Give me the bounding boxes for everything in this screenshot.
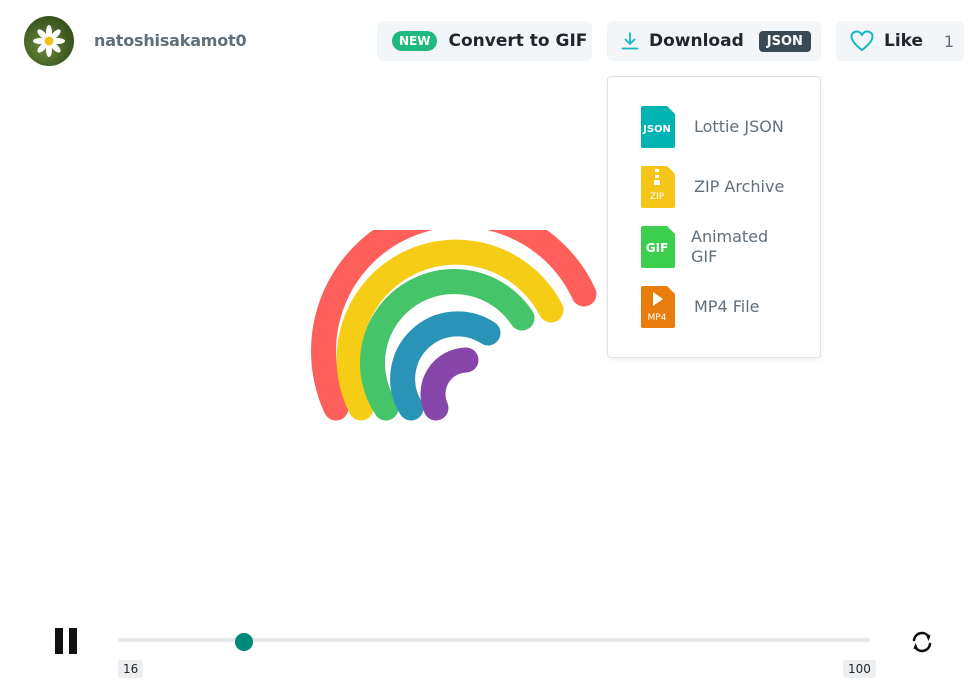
zip-file-text: ZIP <box>650 192 665 202</box>
mp4-file-text: MP4 <box>648 313 667 323</box>
menu-label-zip-archive: ZIP Archive <box>694 177 785 196</box>
seek-thumb[interactable] <box>234 633 253 651</box>
heart-icon <box>850 30 874 51</box>
frame-end-label: 100 <box>843 660 876 678</box>
download-icon <box>621 32 639 50</box>
gif-file-text: GIF <box>646 241 669 255</box>
json-file-icon: JSON <box>641 106 675 148</box>
download-option-animated-gif[interactable]: GIF Animated GIF <box>608 219 820 275</box>
avatar[interactable] <box>24 16 74 66</box>
zip-file-icon: ZIP <box>641 166 675 208</box>
like-count: 1 <box>943 31 954 51</box>
new-badge: NEW <box>392 31 438 51</box>
username[interactable]: natoshisakamot0 <box>94 31 247 50</box>
rainbow-arc-purple <box>420 347 479 421</box>
seek-bar[interactable] <box>118 638 870 642</box>
menu-label-lottie-json: Lottie JSON <box>694 117 784 136</box>
format-badge: JSON <box>758 30 811 52</box>
like-button[interactable]: Like 1 <box>836 21 964 61</box>
like-label: Like <box>884 31 924 51</box>
pause-button[interactable] <box>54 628 80 654</box>
animation-preview <box>311 230 597 421</box>
download-button[interactable]: Download JSON <box>607 21 821 61</box>
download-menu: JSON Lottie JSON ZIP ZIP Archive GIF Ani… <box>607 76 821 358</box>
zip-teeth <box>655 175 659 178</box>
pause-icon-bar <box>69 628 77 654</box>
download-option-zip-archive[interactable]: ZIP ZIP Archive <box>608 159 820 215</box>
daisy-image <box>33 25 65 57</box>
loop-icon[interactable] <box>909 629 935 655</box>
frame-start-label: 16 <box>118 660 144 678</box>
download-option-mp4-file[interactable]: MP4 MP4 File <box>608 279 820 335</box>
pause-icon-bar <box>55 628 63 654</box>
menu-label-animated-gif: Animated GIF <box>691 227 769 266</box>
menu-label-mp4-file: MP4 File <box>694 297 760 316</box>
gif-file-icon: GIF <box>641 226 675 268</box>
json-file-text: JSON <box>642 124 671 135</box>
mp4-file-icon: MP4 <box>641 286 675 328</box>
convert-label: Convert to GIF <box>448 31 588 51</box>
zip-pull <box>654 180 660 185</box>
download-option-lottie-json[interactable]: JSON Lottie JSON <box>608 99 820 155</box>
convert-to-gif-button[interactable]: NEW Convert to GIF <box>377 21 592 61</box>
download-label: Download <box>649 31 744 51</box>
zip-teeth <box>655 169 659 172</box>
